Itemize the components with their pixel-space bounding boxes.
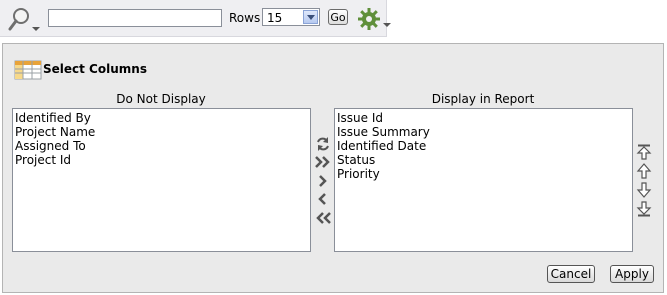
- select-columns-panel: Select Columns Do Not Display Identified…: [2, 43, 664, 293]
- move-up-icon[interactable]: [635, 163, 653, 179]
- rows-label: Rows: [229, 11, 261, 25]
- move-left-icon[interactable]: [314, 191, 332, 207]
- move-all-right-icon[interactable]: [314, 154, 332, 170]
- apply-button[interactable]: Apply: [610, 265, 654, 283]
- rows-select-value: 15: [267, 11, 283, 25]
- reset-icon[interactable]: [314, 136, 332, 152]
- list-item[interactable]: Priority: [337, 167, 630, 181]
- move-top-icon[interactable]: [635, 144, 653, 160]
- list-item[interactable]: Project Id: [15, 153, 308, 167]
- list-item[interactable]: Issue Summary: [337, 125, 630, 139]
- rows-select[interactable]: 15: [262, 8, 320, 26]
- search-input[interactable]: [48, 9, 222, 27]
- display-in-report-list[interactable]: Issue Id Issue Summary Identified Date S…: [334, 108, 633, 252]
- chevron-down-icon[interactable]: [303, 10, 318, 24]
- list-item[interactable]: Project Name: [15, 125, 308, 139]
- list-item[interactable]: Status: [337, 153, 630, 167]
- move-down-icon[interactable]: [635, 182, 653, 198]
- search-icon[interactable]: [6, 5, 44, 33]
- move-right-icon[interactable]: [314, 173, 332, 189]
- do-not-display-list[interactable]: Identified By Project Name Assigned To P…: [12, 108, 311, 252]
- list-item[interactable]: Assigned To: [15, 139, 308, 153]
- list-item[interactable]: Identified By: [15, 111, 308, 125]
- display-in-report-heading: Display in Report: [431, 92, 535, 106]
- go-button[interactable]: Go: [328, 9, 348, 25]
- move-bottom-icon[interactable]: [635, 201, 653, 217]
- list-item[interactable]: Issue Id: [337, 111, 630, 125]
- move-all-left-icon[interactable]: [314, 210, 332, 226]
- list-item[interactable]: Identified Date: [337, 139, 630, 153]
- panel-title: Select Columns: [43, 62, 147, 76]
- report-toolbar: Rows 15 Go: [0, 0, 391, 37]
- columns-table-icon: [14, 60, 42, 80]
- do-not-display-heading: Do Not Display: [116, 92, 206, 106]
- gear-icon[interactable]: [357, 7, 395, 31]
- cancel-button[interactable]: Cancel: [547, 265, 595, 283]
